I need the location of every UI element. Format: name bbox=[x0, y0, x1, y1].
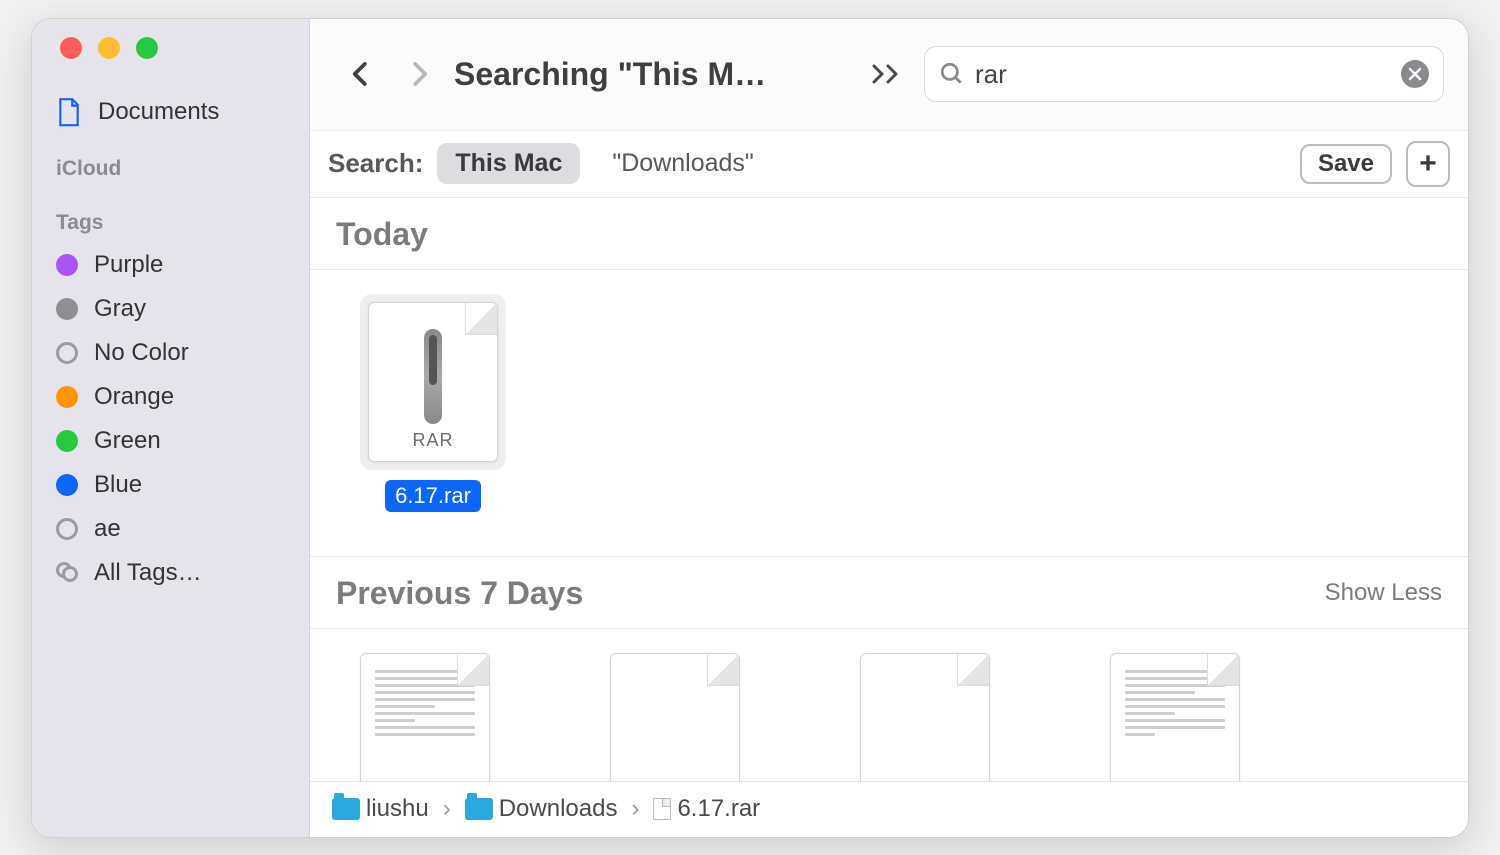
file-item[interactable] bbox=[860, 653, 990, 781]
forward-button[interactable] bbox=[404, 59, 434, 89]
path-label: liushu bbox=[366, 795, 429, 823]
sidebar-section-icloud[interactable]: iCloud bbox=[32, 135, 309, 189]
search-field[interactable] bbox=[924, 46, 1444, 102]
file-item[interactable]: RAR 6.17.rar bbox=[360, 294, 506, 512]
path-label: Downloads bbox=[499, 795, 618, 823]
file-type-badge: RAR bbox=[412, 430, 453, 451]
finder-window: Documents iCloud Tags Purple Gray No Col… bbox=[31, 18, 1469, 838]
sidebar-item-documents[interactable]: Documents bbox=[32, 89, 309, 135]
file-item[interactable] bbox=[610, 653, 740, 781]
document-icon bbox=[56, 97, 82, 127]
sidebar-item-label: Orange bbox=[94, 383, 174, 411]
path-segment-downloads[interactable]: Downloads bbox=[465, 795, 618, 823]
tag-dot-icon bbox=[56, 254, 78, 276]
file-item[interactable]: PYTHON bbox=[1110, 653, 1240, 781]
chevron-right-icon: › bbox=[627, 795, 643, 823]
scope-this-mac[interactable]: This Mac bbox=[437, 143, 580, 184]
minimize-window-button[interactable] bbox=[98, 37, 120, 59]
save-search-button[interactable]: Save bbox=[1300, 144, 1392, 184]
sidebar-item-label: No Color bbox=[94, 339, 189, 367]
sidebar-tag-ae[interactable]: ae bbox=[32, 507, 309, 551]
tag-dot-icon bbox=[56, 342, 78, 364]
folder-icon bbox=[465, 798, 493, 820]
folder-icon bbox=[332, 798, 360, 820]
add-criteria-button[interactable]: + bbox=[1406, 141, 1450, 187]
sidebar-all-tags[interactable]: All Tags… bbox=[32, 551, 309, 595]
prev7-grid: PYTHON PYTHON bbox=[310, 629, 1468, 781]
nav-arrows bbox=[334, 59, 434, 89]
python-file-icon: PYTHON bbox=[1110, 653, 1240, 781]
main-area: Searching "This M… Search: This Mac "Dow… bbox=[310, 19, 1468, 837]
file-name: 6.17.rar bbox=[385, 480, 481, 512]
sidebar-item-label: Gray bbox=[94, 295, 146, 323]
search-input[interactable] bbox=[975, 59, 1391, 90]
scope-label: Search: bbox=[328, 148, 423, 179]
show-less-button[interactable]: Show Less bbox=[1325, 579, 1442, 607]
section-today-header: Today bbox=[310, 198, 1468, 265]
toolbar: Searching "This M… bbox=[310, 19, 1468, 131]
sidebar-item-label: Documents bbox=[98, 98, 219, 126]
section-prev7-header: Previous 7 Days Show Less bbox=[310, 557, 1468, 624]
file-icon bbox=[653, 798, 671, 820]
sidebar-item-label: Green bbox=[94, 427, 161, 455]
today-grid: RAR 6.17.rar bbox=[310, 270, 1468, 552]
path-label: 6.17.rar bbox=[677, 795, 760, 823]
sidebar-item-label: Blue bbox=[94, 471, 142, 499]
window-controls bbox=[32, 37, 309, 89]
results-area: Today RAR 6.17.rar Previous 7 bbox=[310, 198, 1468, 781]
blank-file-icon bbox=[610, 653, 740, 781]
sidebar-section-tags[interactable]: Tags bbox=[32, 189, 309, 243]
python-file-icon: PYTHON bbox=[360, 653, 490, 781]
file-selection-highlight: RAR bbox=[360, 294, 506, 470]
path-segment-liushu[interactable]: liushu bbox=[332, 795, 429, 823]
section-title: Previous 7 Days bbox=[336, 575, 583, 612]
scope-downloads[interactable]: "Downloads" bbox=[594, 143, 771, 184]
chevron-right-icon: › bbox=[439, 795, 455, 823]
tag-dot-icon bbox=[56, 298, 78, 320]
sidebar: Documents iCloud Tags Purple Gray No Col… bbox=[32, 19, 310, 837]
back-button[interactable] bbox=[346, 59, 376, 89]
sidebar-tag-gray[interactable]: Gray bbox=[32, 287, 309, 331]
tag-dot-icon bbox=[56, 474, 78, 496]
sidebar-tag-green[interactable]: Green bbox=[32, 419, 309, 463]
sidebar-tag-purple[interactable]: Purple bbox=[32, 243, 309, 287]
path-bar: liushu › Downloads › 6.17.rar bbox=[310, 781, 1468, 837]
section-title: Today bbox=[336, 216, 428, 253]
fullscreen-window-button[interactable] bbox=[136, 37, 158, 59]
sidebar-item-label: All Tags… bbox=[94, 559, 202, 587]
all-tags-icon bbox=[56, 562, 78, 584]
blank-file-icon bbox=[860, 653, 990, 781]
rar-file-icon: RAR bbox=[368, 302, 498, 462]
tag-dot-icon bbox=[56, 430, 78, 452]
zipper-icon bbox=[424, 329, 442, 424]
sidebar-tag-orange[interactable]: Orange bbox=[32, 375, 309, 419]
clear-search-button[interactable] bbox=[1401, 60, 1429, 88]
file-item[interactable]: PYTHON bbox=[360, 653, 490, 781]
sidebar-tag-blue[interactable]: Blue bbox=[32, 463, 309, 507]
tag-dot-icon bbox=[56, 518, 78, 540]
sidebar-tag-nocolor[interactable]: No Color bbox=[32, 331, 309, 375]
search-scope-bar: Search: This Mac "Downloads" Save + bbox=[310, 131, 1468, 198]
close-window-button[interactable] bbox=[60, 37, 82, 59]
sidebar-item-label: ae bbox=[94, 515, 121, 543]
sidebar-item-label: Purple bbox=[94, 251, 163, 279]
tag-dot-icon bbox=[56, 386, 78, 408]
search-icon bbox=[939, 61, 965, 87]
window-title: Searching "This M… bbox=[454, 56, 766, 93]
path-segment-file[interactable]: 6.17.rar bbox=[653, 795, 760, 823]
toolbar-overflow-icon[interactable] bbox=[870, 62, 904, 86]
